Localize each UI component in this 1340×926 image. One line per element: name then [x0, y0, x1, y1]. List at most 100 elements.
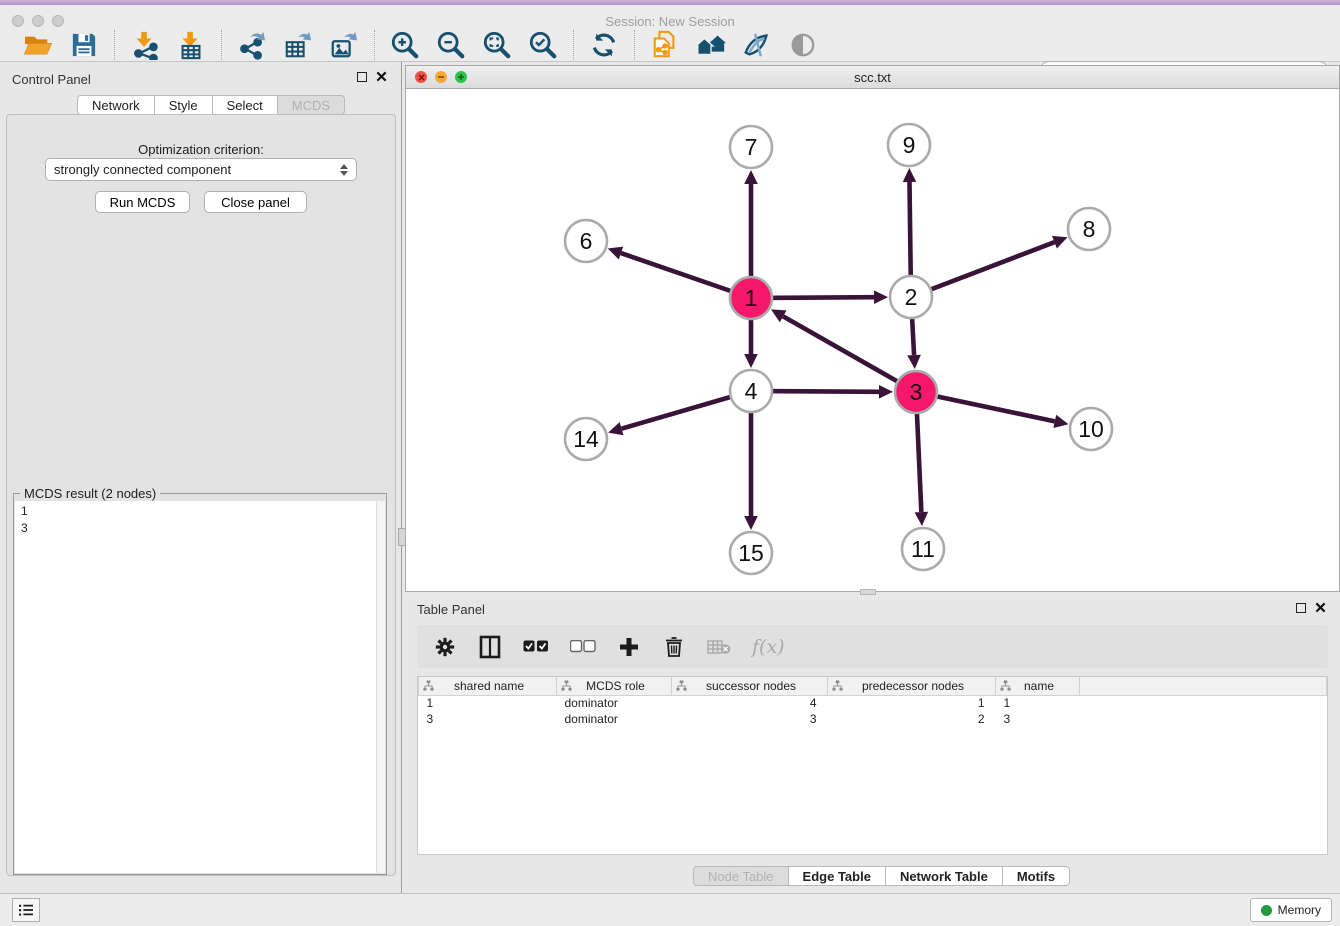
- graph-node-4[interactable]: 4: [730, 370, 772, 412]
- memory-label: Memory: [1278, 903, 1321, 917]
- zoom-out-button[interactable]: [435, 30, 467, 60]
- column-header-MCDS-role[interactable]: MCDS role: [557, 677, 672, 695]
- table-cell[interactable]: 2: [828, 711, 996, 727]
- column-header-successor-nodes[interactable]: successor nodes: [672, 677, 828, 695]
- graph-node-10[interactable]: 10: [1070, 408, 1112, 450]
- table-cell[interactable]: 3: [996, 711, 1080, 727]
- float-panel-icon[interactable]: [1296, 603, 1306, 613]
- houses-icon: [695, 31, 727, 59]
- table-settings-button[interactable]: [433, 633, 457, 661]
- close-panel-icon[interactable]: [1315, 602, 1326, 613]
- hide-selected-button[interactable]: [741, 30, 773, 60]
- mcds-result-text[interactable]: 1 3: [15, 501, 385, 873]
- column-header-name[interactable]: name: [996, 677, 1080, 695]
- column-type-icon: [561, 680, 572, 691]
- table-cell[interactable]: 3: [419, 711, 557, 727]
- table-row[interactable]: 3dominator323: [419, 711, 1327, 727]
- tab-mcds[interactable]: MCDS: [278, 95, 345, 115]
- delete-table-button[interactable]: [707, 633, 731, 661]
- export-arrow-icon: [344, 31, 357, 39]
- graph-edge-4-14[interactable]: [608, 391, 751, 435]
- graph-node-3[interactable]: 3: [895, 371, 937, 413]
- graph-node-9[interactable]: 9: [888, 124, 930, 166]
- status-bar: Memory: [0, 893, 1340, 926]
- zoom-fit-button[interactable]: [481, 30, 513, 60]
- checked-boxes-icon: [523, 640, 549, 653]
- column-header-predecessor-nodes[interactable]: predecessor nodes: [828, 677, 996, 695]
- graph-edge-3-1[interactable]: [771, 309, 916, 392]
- mcds-result-scrollbar[interactable]: [376, 501, 385, 873]
- table-cell[interactable]: dominator: [557, 695, 672, 711]
- graph-node-7[interactable]: 7: [730, 126, 772, 168]
- table-cell[interactable]: dominator: [557, 711, 672, 727]
- open-session-button[interactable]: [22, 30, 54, 60]
- delete-column-button[interactable]: [662, 633, 686, 661]
- graph-edge-1-6[interactable]: [608, 247, 751, 298]
- graph-node-label: 15: [738, 540, 764, 566]
- column-header-shared-name[interactable]: shared name: [419, 677, 557, 695]
- task-history-button[interactable]: [12, 898, 40, 922]
- show-columns-button[interactable]: [478, 633, 502, 661]
- clear-all-columns-button[interactable]: [570, 633, 596, 661]
- graph-node-14[interactable]: 14: [565, 418, 607, 460]
- table-cell[interactable]: 4: [672, 695, 828, 711]
- fx-icon: f(x): [752, 636, 785, 658]
- export-network-button[interactable]: [236, 30, 268, 60]
- export-image-button[interactable]: [328, 30, 360, 60]
- clone-network-button[interactable]: [649, 30, 681, 60]
- table-grid-icon: [183, 45, 200, 57]
- table-header-row[interactable]: shared nameMCDS role successor nodesprede…: [419, 677, 1327, 695]
- float-panel-icon[interactable]: [357, 72, 367, 82]
- table-cell[interactable]: 3: [672, 711, 828, 727]
- close-panel-icon[interactable]: [376, 71, 387, 82]
- criterion-value: strongly connected component: [54, 162, 340, 177]
- graph-node-15[interactable]: 15: [730, 532, 772, 574]
- show-all-button[interactable]: [787, 30, 819, 60]
- first-neighbors-button[interactable]: [695, 30, 727, 60]
- graph-node-11[interactable]: 11: [902, 528, 944, 570]
- network-canvas[interactable]: 7 9 6 8 1 2 4 3 14 10 15 11: [406, 89, 1339, 591]
- graph-node-label: 14: [573, 426, 599, 452]
- download-arrow-icon: [183, 31, 198, 46]
- network-share-icon: [135, 43, 156, 59]
- tab-select[interactable]: Select: [213, 95, 278, 115]
- export-table-button[interactable]: [282, 30, 314, 60]
- graph-node-1[interactable]: 1: [730, 277, 772, 319]
- network-view-window: scc.txt 7 9 6 8 1 2 4 3 14 10 15 11: [405, 65, 1340, 592]
- tab-network-table[interactable]: Network Table: [886, 866, 1003, 886]
- function-builder-button[interactable]: f(x): [752, 633, 785, 661]
- import-network-button[interactable]: [129, 30, 161, 60]
- graph-node-2[interactable]: 2: [890, 276, 932, 318]
- import-table-button[interactable]: [175, 30, 207, 60]
- table-cell[interactable]: 1: [828, 695, 996, 711]
- zoom-in-icon: [390, 30, 420, 60]
- control-panel-tabs: Network Style Select MCDS: [77, 95, 345, 115]
- tab-motifs[interactable]: Motifs: [1003, 866, 1070, 886]
- add-column-button[interactable]: [617, 633, 641, 661]
- tab-edge-table[interactable]: Edge Table: [789, 866, 886, 886]
- close-panel-button[interactable]: Close panel: [204, 191, 307, 213]
- graph-node-8[interactable]: 8: [1068, 208, 1110, 250]
- apply-layout-button[interactable]: [588, 30, 620, 60]
- tab-style[interactable]: Style: [155, 95, 213, 115]
- node-table[interactable]: shared nameMCDS role successor nodesprede…: [417, 676, 1328, 855]
- select-all-columns-button[interactable]: [523, 633, 549, 661]
- table-cell[interactable]: 1: [996, 695, 1080, 711]
- memory-button[interactable]: Memory: [1250, 898, 1332, 922]
- zoom-selected-button[interactable]: [527, 30, 559, 60]
- table-panel: Table Panel: [405, 595, 1340, 890]
- graph-edge-3-10[interactable]: [916, 392, 1068, 428]
- table-row[interactable]: 1dominator411: [419, 695, 1327, 711]
- download-arrow-icon: [137, 31, 152, 46]
- zoom-in-button[interactable]: [389, 30, 421, 60]
- network-window-titlebar[interactable]: scc.txt: [406, 66, 1339, 89]
- tab-node-table[interactable]: Node Table: [693, 866, 789, 886]
- run-mcds-button[interactable]: Run MCDS: [95, 191, 190, 213]
- graph-edge-2-8[interactable]: [911, 236, 1068, 297]
- column-header-label: successor nodes: [687, 679, 827, 693]
- save-session-button[interactable]: [68, 30, 100, 60]
- graph-node-6[interactable]: 6: [565, 220, 607, 262]
- tab-network[interactable]: Network: [77, 95, 155, 115]
- table-cell[interactable]: 1: [419, 695, 557, 711]
- criterion-dropdown[interactable]: strongly connected component: [45, 158, 357, 181]
